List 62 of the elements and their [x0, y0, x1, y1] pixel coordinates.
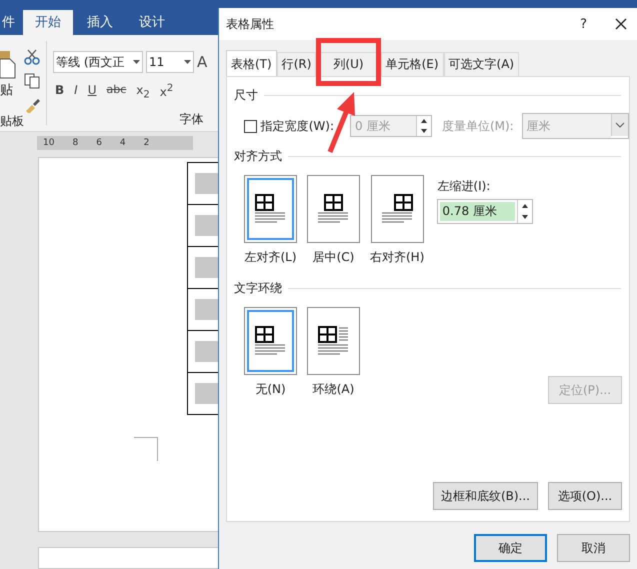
dialog-button[interactable]: 取消	[557, 534, 630, 562]
group-label: 贴板	[0, 113, 25, 130]
unit-label: 度量单位(M):	[442, 118, 514, 134]
group-label: 字体	[179, 110, 204, 128]
ribbon-tab[interactable]: 设计	[127, 10, 177, 36]
checkbox-label: 指定宽度(W):	[260, 118, 334, 134]
table-alignment-icon	[318, 194, 349, 224]
scissors-icon[interactable]	[24, 49, 40, 66]
format-button[interactable]: x$_{2}$	[136, 83, 150, 101]
tab[interactable]: 表格(T)	[226, 50, 277, 76]
dialog-title: 表格属性	[226, 16, 275, 32]
dialog-button[interactable]: 选项(O)...	[548, 482, 622, 510]
format-button[interactable]: U	[88, 83, 96, 101]
option-label: 居中(C)	[312, 249, 354, 266]
format-button[interactable]: x$^{2}$	[160, 83, 174, 101]
format-button[interactable]: abc	[106, 83, 126, 101]
font-size-field[interactable]: 11	[146, 51, 194, 74]
ruler-number: 4	[120, 138, 126, 148]
alignment-option[interactable]	[244, 175, 297, 243]
margin-mark	[134, 436, 158, 461]
no-wrap-icon	[255, 326, 286, 356]
ruler-number: 10	[43, 138, 54, 148]
wrapping-option[interactable]	[307, 307, 360, 375]
table-alignment-icon	[255, 194, 286, 224]
alignment-option[interactable]	[370, 175, 424, 243]
table-alignment-icon	[382, 194, 413, 224]
checkbox[interactable]	[244, 120, 257, 132]
text-wrap-icon	[318, 326, 349, 356]
ruler-number: 6	[96, 138, 102, 148]
font-name-field[interactable]: 等线 (西文正	[53, 51, 143, 74]
help-button[interactable]: ?	[580, 16, 587, 32]
ruler-number: 2	[144, 138, 150, 148]
tab[interactable]: 行(R)	[276, 52, 316, 76]
dropdown-arrow-icon[interactable]	[184, 60, 191, 64]
grow-font-button[interactable]: A	[197, 53, 208, 72]
indent-label: 左缩进(I):	[437, 178, 492, 195]
section-heading: 对齐方式	[234, 148, 282, 165]
ruler-number: 8	[72, 138, 78, 148]
section-heading: 尺寸	[234, 87, 258, 104]
format-button[interactable]: B	[55, 83, 64, 101]
paste-button[interactable]: 贴	[0, 81, 16, 100]
format-button[interactable]: I	[74, 83, 78, 101]
option-label: 无(N)	[255, 381, 286, 398]
copy-icon[interactable]	[24, 73, 40, 90]
dialog-button[interactable]: 确定	[474, 534, 547, 562]
section-heading: 文字环绕	[234, 280, 282, 297]
clipboard-icon[interactable]	[0, 49, 16, 80]
option-label: 右对齐(H)	[370, 249, 424, 266]
dialog-button[interactable]: 边框和底纹(B)...	[432, 482, 538, 510]
ribbon-tab[interactable]: 插入	[75, 10, 125, 36]
brush-icon[interactable]	[24, 97, 40, 114]
ribbon-tab[interactable]: 开始	[23, 10, 73, 36]
close-icon[interactable]	[615, 18, 627, 30]
dropdown-arrow-icon[interactable]	[133, 60, 140, 64]
option-label: 环绕(A)	[312, 381, 354, 398]
tab[interactable]: 单元格(E)	[380, 52, 444, 76]
wrapping-option[interactable]	[244, 307, 297, 375]
tab[interactable]: 可选文字(A)	[444, 52, 520, 76]
alignment-option[interactable]	[307, 175, 360, 243]
ribbon-tab[interactable]: 件	[0, 10, 21, 36]
option-label: 左对齐(L)	[244, 249, 297, 266]
indent-spin-field[interactable]: 0.78 厘米	[437, 199, 534, 224]
